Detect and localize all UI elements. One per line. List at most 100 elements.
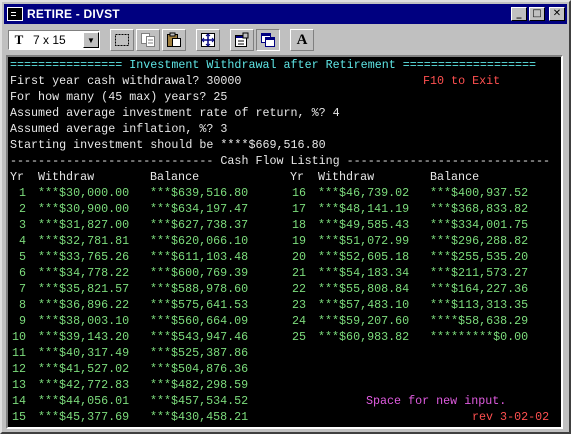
- column-header-withdraw: Withdraw: [38, 170, 95, 184]
- balance-cell: ***$627,738.37: [150, 218, 249, 232]
- withdraw-cell: ***$59,207.60: [318, 314, 410, 328]
- balance-cell: ***$430,458.21: [150, 410, 249, 424]
- year-cell: 19: [291, 234, 306, 248]
- minimize-icon: _: [516, 8, 522, 19]
- withdraw-cell: ***$55,808.84: [318, 282, 410, 296]
- window-title: RETIRE - DIVST: [27, 7, 120, 21]
- question-inflation: Assumed average inflation, %? 3: [10, 122, 228, 136]
- balance-cell: ***$296,288.82: [430, 234, 529, 248]
- withdraw-cell: ***$52,605.18: [318, 250, 410, 264]
- year-cell: 14: [11, 394, 26, 408]
- balance-cell: ***$525,387.86: [150, 346, 249, 360]
- new-input-hint: Space for new input.: [366, 394, 507, 408]
- withdraw-cell: ***$49,585.43: [318, 218, 410, 232]
- withdraw-cell: ***$54,183.34: [318, 266, 410, 280]
- question-cash-withdrawal: First year cash withdrawal? 30000: [10, 74, 242, 88]
- properties-icon: [235, 32, 249, 47]
- chevron-down-icon[interactable]: ▼: [83, 32, 99, 48]
- paste-button[interactable]: [162, 29, 186, 51]
- starting-investment: Starting investment should be ****$669,5…: [10, 138, 326, 152]
- question-years: For how many (45 max) years? 25: [10, 90, 228, 104]
- close-icon: ✕: [552, 8, 562, 19]
- balance-cell: *********$0.00: [430, 330, 529, 344]
- balance-cell: ***$255,535.20: [430, 250, 529, 264]
- withdraw-cell: ***$44,056.01: [38, 394, 130, 408]
- properties-button[interactable]: [230, 29, 254, 51]
- year-cell: 24: [291, 314, 306, 328]
- column-header-balance-right: Balance: [430, 170, 480, 184]
- year-cell: 15: [11, 410, 26, 424]
- withdraw-cell: ***$30,000.00: [38, 186, 130, 200]
- cash-flow-listing-header: ----------------------------- Cash Flow …: [10, 154, 551, 168]
- year-cell: 23: [291, 298, 306, 312]
- year-cell: 1: [18, 186, 26, 200]
- column-header-yr: Yr: [10, 170, 25, 184]
- year-cell: 8: [18, 298, 26, 312]
- truetype-font-icon: T: [14, 32, 24, 47]
- balance-cell: ***$543,947.46: [150, 330, 249, 344]
- year-cell: 11: [11, 346, 26, 360]
- year-cell: 18: [291, 218, 306, 232]
- balance-cell: ***$575,641.53: [150, 298, 249, 312]
- year-cell: 20: [291, 250, 306, 264]
- font-size-select[interactable]: T 7 x 15 ▼: [8, 30, 100, 50]
- font-size-value: 7 x 15: [33, 33, 66, 47]
- withdraw-cell: ***$31,827.00: [38, 218, 130, 232]
- font-button[interactable]: A: [290, 29, 314, 51]
- year-cell: 12: [11, 362, 26, 376]
- balance-cell: ***$334,001.75: [430, 218, 529, 232]
- balance-cell: ***$588,978.60: [150, 282, 249, 296]
- column-header-balance: Balance: [150, 170, 200, 184]
- year-cell: 2: [18, 202, 26, 216]
- console-app-icon[interactable]: [7, 7, 23, 21]
- year-cell: 10: [11, 330, 26, 344]
- year-cell: 13: [11, 378, 26, 392]
- paste-icon: [167, 32, 181, 47]
- withdraw-cell: ***$42,772.83: [38, 378, 130, 392]
- withdraw-cell: ***$36,896.22: [38, 298, 130, 312]
- mark-button[interactable]: [110, 29, 134, 51]
- withdraw-cell: ***$30,900.00: [38, 202, 130, 216]
- balance-cell: ***$368,833.82: [430, 202, 529, 216]
- balance-cell: ***$620,066.10: [150, 234, 249, 248]
- console-output[interactable]: ================ Investment Withdrawal a…: [6, 55, 563, 429]
- close-button[interactable]: ✕: [549, 7, 565, 21]
- withdraw-cell: ***$57,483.10: [318, 298, 410, 312]
- balance-cell: ***$113,313.35: [430, 298, 529, 312]
- balance-cell: ***$504,876.36: [150, 362, 249, 376]
- copy-button[interactable]: [136, 29, 160, 51]
- balance-cell: ***$457,534.52: [150, 394, 249, 408]
- withdraw-cell: ***$51,072.99: [318, 234, 410, 248]
- minimize-button[interactable]: _: [511, 7, 527, 21]
- copy-icon: [141, 33, 155, 47]
- maximize-button[interactable]: □: [529, 7, 545, 21]
- column-header-withdraw-right: Withdraw: [318, 170, 375, 184]
- withdraw-cell: ***$33,765.26: [38, 250, 130, 264]
- balance-cell: ***$600,769.39: [150, 266, 249, 280]
- font-icon: A: [296, 31, 308, 48]
- year-cell: 6: [18, 266, 26, 280]
- exit-hint: F10 to Exit: [423, 74, 501, 88]
- withdraw-cell: ***$46,739.02: [318, 186, 410, 200]
- balance-cell: ***$611,103.48: [150, 250, 249, 264]
- question-return-rate: Assumed average investment rate of retur…: [10, 106, 340, 120]
- revision-label: rev 3-02-02: [472, 410, 550, 424]
- title-bar[interactable]: RETIRE - DIVST _ □ ✕: [4, 4, 567, 24]
- balance-cell: ***$634,197.47: [150, 202, 249, 216]
- year-cell: 22: [291, 282, 306, 296]
- balance-cell: ***$400,937.52: [430, 186, 529, 200]
- year-cell: 21: [291, 266, 306, 280]
- withdraw-cell: ***$39,143.20: [38, 330, 130, 344]
- year-cell: 9: [18, 314, 26, 328]
- mark-icon: [115, 34, 129, 46]
- header-line: ================ Investment Withdrawal a…: [10, 58, 537, 72]
- year-cell: 25: [291, 330, 306, 344]
- withdraw-cell: ***$32,781.81: [38, 234, 130, 248]
- balance-cell: ****$58,638.29: [430, 314, 529, 328]
- app-window: RETIRE - DIVST _ □ ✕ T 7 x 15 ▼ A ======…: [0, 0, 571, 434]
- column-header-yr-right: Yr: [290, 170, 305, 184]
- year-cell: 5: [18, 250, 26, 264]
- fullscreen-button[interactable]: [196, 29, 220, 51]
- background-button[interactable]: [256, 29, 280, 51]
- balance-cell: ***$211,573.27: [430, 266, 529, 280]
